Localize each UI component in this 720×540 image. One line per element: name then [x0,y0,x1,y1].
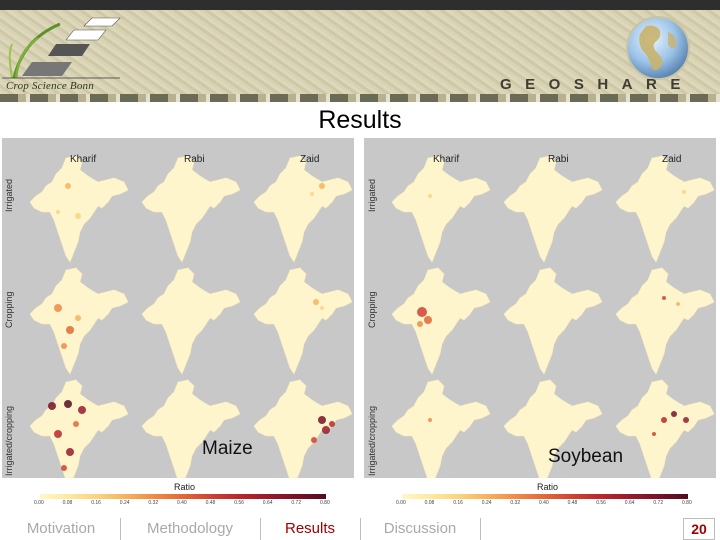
header-banner: Crop Science Bonn GEOSHARE [0,0,720,102]
colorbar-tick-label: 0.32 [148,500,159,506]
colorbar-tick-label: 0.48 [205,500,216,506]
india-map-cropping-rabi [141,267,241,375]
crop-label-soybean: Soybean [548,446,624,467]
colorbar-tick-label: 0.40 [539,500,549,506]
colorbar-tick-label: 0.72 [653,500,664,506]
column-label-kharif: Kharif [433,154,460,165]
india-map-cropping-kharif [391,267,491,375]
row-label-cropping: Cropping [367,291,377,328]
nav-divider [260,518,261,540]
india-map-irrigated-rabi [503,155,603,263]
globe-icon [626,16,690,80]
nav-item-methodology[interactable]: Methodology [122,518,258,540]
india-map-irrigated-rabi [141,155,241,263]
colorbar-tick-label: 0.56 [596,500,606,506]
india-map-irrigated-cropping-kharif [391,379,491,478]
row-label-cropping: Cropping [4,291,14,328]
colorbar-tick-label: 0.16 [453,500,463,506]
colorbar-tick-label: 0.72 [291,500,302,506]
column-label-zaid: Zaid [300,154,320,165]
colorbar-tick-label: 0.32 [510,500,521,506]
column-label-rabi: Rabi [548,154,569,165]
india-map-irrigated-cropping-zaid [253,379,353,478]
soybean-map-panel [364,138,716,506]
colorbar-tick-label: 0.48 [567,500,578,506]
india-map-cropping-zaid [615,267,715,375]
colorbar-tick-label: 0.56 [234,500,244,506]
geoshare-brand: GEOSHARE [500,76,694,93]
india-map-irrigated-zaid [615,155,715,263]
colorbar-tick-label: 0.00 [34,500,44,506]
colorbar-gradient [402,494,688,499]
colorbar-tick-label: 0.64 [624,500,635,506]
india-map-irrigated-zaid [253,155,353,263]
colorbar-tick-label: 0.64 [262,500,273,506]
row-label-irrigated-cropping: Irrigated/cropping [4,405,14,476]
colorbar-tick-label: 0.40 [177,500,187,506]
row-label-irrigated: Irrigated [4,178,14,212]
row-label-irrigated-cropping: Irrigated/cropping [367,405,377,476]
colorbar-label: Ratio [174,482,196,492]
nav-divider [360,518,361,540]
row-label-irrigated: Irrigated [367,178,377,212]
india-map-irrigated-cropping-rabi [141,379,241,478]
india-map-irrigated-cropping-kharif [29,379,129,478]
colorbar-tick-label: 0.08 [424,500,435,506]
india-map-irrigated-kharif [29,155,129,263]
soybean-map-grid [391,155,715,478]
page-number: 20 [683,518,715,540]
logo-text: Crop Science Bonn [6,80,94,92]
colorbar-gradient [40,494,326,499]
nav-divider [480,518,481,540]
header-bottom-strip [0,94,720,102]
column-label-kharif: Kharif [70,154,97,165]
header-top-bar [0,0,720,10]
maize-map-grid [29,155,353,478]
india-map-irrigated-cropping-zaid [615,379,715,478]
colorbar-tick-label: 0.24 [119,500,130,506]
colorbar-tick-label: 0.80 [682,500,692,506]
india-map-irrigated-kharif [391,155,491,263]
colorbar-tick-label: 0.24 [481,500,492,506]
colorbar-tick-label: 0.80 [320,500,330,506]
colorbar-tick-label: 0.16 [91,500,101,506]
maize-map-panel [2,138,354,506]
nav-item-discussion[interactable]: Discussion [362,518,478,540]
nav-item-motivation[interactable]: Motivation [4,518,118,540]
column-label-rabi: Rabi [184,154,205,165]
column-label-zaid: Zaid [662,154,682,165]
india-map-cropping-zaid [253,267,353,375]
nav-item-results[interactable]: Results [262,518,358,540]
page-title: Results [318,106,402,134]
india-map-cropping-kharif [29,267,129,375]
colorbar-label: Ratio [537,482,559,492]
india-map-cropping-rabi [503,267,603,375]
colorbar-tick-label: 0.08 [62,500,73,506]
crop-label-maize: Maize [202,438,253,459]
colorbar-tick-label: 0.00 [396,500,406,506]
nav-divider [120,518,121,540]
